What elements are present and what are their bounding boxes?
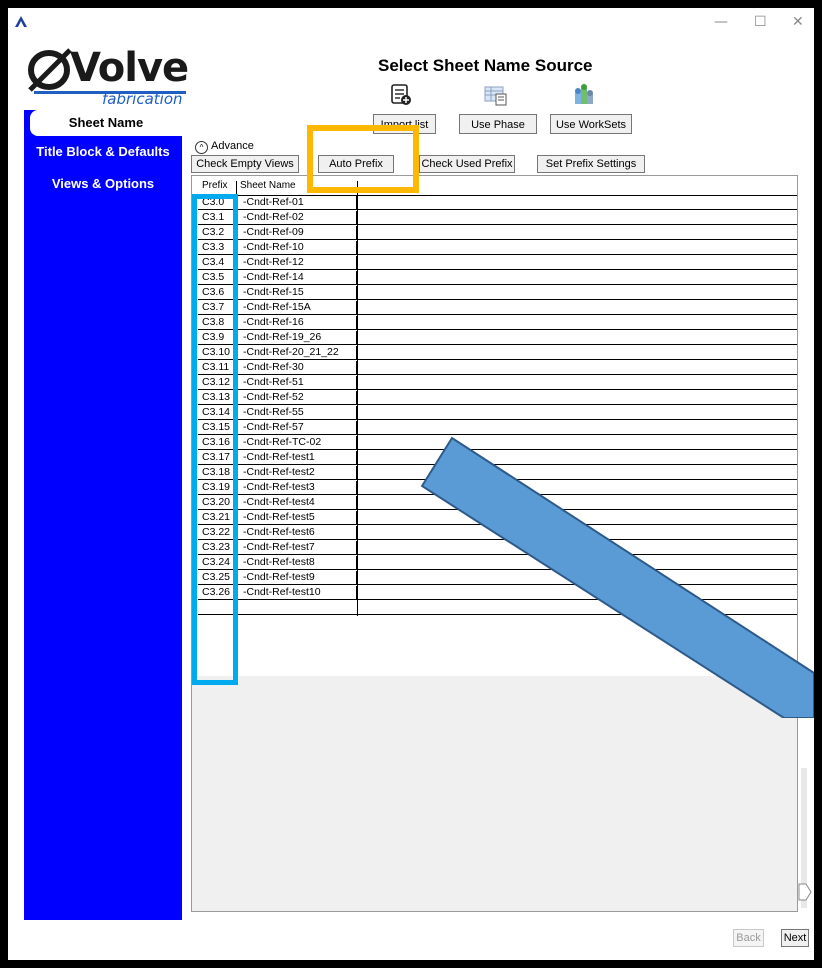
chevron-up-icon: ^: [195, 141, 208, 154]
sheet-name-cell[interactable]: -Cndt-Ref-test9: [237, 571, 357, 584]
table-row[interactable]: C3.9 -Cndt-Ref-19_26: [198, 331, 797, 345]
sheet-name-cell[interactable]: -Cndt-Ref-test2: [237, 466, 357, 479]
volve-logo: Volve fabrication: [26, 44, 189, 116]
advance-label: Advance: [211, 140, 254, 152]
sheet-name-cell[interactable]: -Cndt-Ref-57: [237, 421, 357, 434]
table-row[interactable]: C3.12 -Cndt-Ref-51: [198, 376, 797, 390]
sheet-name-cell[interactable]: -Cndt-Ref-test10: [237, 586, 357, 599]
phase-icon: [484, 86, 507, 106]
table-row[interactable]: C3.10 -Cndt-Ref-20_21_22: [198, 346, 797, 360]
sidebar-item-label: Sheet Name: [68, 115, 144, 130]
back-button[interactable]: Back: [733, 929, 764, 947]
sidebar-item-label: Title Block & Defaults: [36, 144, 170, 159]
minimize-icon[interactable]: —: [714, 14, 728, 30]
auto-prefix-highlight: [307, 125, 419, 193]
maximize-icon[interactable]: ☐: [754, 14, 767, 30]
sheet-name-cell[interactable]: -Cndt-Ref-15A: [237, 301, 357, 314]
table-row[interactable]: C3.11 -Cndt-Ref-30: [198, 361, 797, 375]
worksets-icon: [575, 84, 593, 104]
sheet-name-cell[interactable]: -Cndt-Ref-12: [237, 256, 357, 269]
sheet-name-cell[interactable]: -Cndt-Ref-15: [237, 286, 357, 299]
sheet-name-cell[interactable]: -Cndt-Ref-55: [237, 406, 357, 419]
sheet-name-cell[interactable]: -Cndt-Ref-16: [237, 316, 357, 329]
name-column-divider: [357, 181, 358, 616]
sheet-name-cell[interactable]: -Cndt-Ref-test5: [237, 511, 357, 524]
logo-wordmark: Volve: [70, 45, 189, 91]
sidebar: Sheet Name Title Block & Defaults Views …: [24, 110, 182, 920]
sidebar-item-sheet-name[interactable]: Sheet Name: [30, 110, 182, 136]
sheet-name-cell[interactable]: -Cndt-Ref-20_21_22: [237, 346, 357, 359]
sidebar-item-views-options[interactable]: Views & Options: [24, 176, 182, 191]
sheet-name-cell[interactable]: -Cndt-Ref-test8: [237, 556, 357, 569]
sheet-name-cell[interactable]: -Cndt-Ref-01: [237, 196, 357, 209]
sheet-name-cell[interactable]: -Cndt-Ref-14: [237, 271, 357, 284]
use-phase-button[interactable]: Use Phase: [459, 114, 537, 134]
set-prefix-settings-button[interactable]: Set Prefix Settings: [537, 155, 645, 173]
table-row[interactable]: C3.4 -Cndt-Ref-12: [198, 256, 797, 270]
table-row[interactable]: C3.0 -Cndt-Ref-01: [198, 196, 797, 210]
sheet-name-cell[interactable]: -Cndt-Ref-test6: [237, 526, 357, 539]
sheet-name-cell[interactable]: -Cndt-Ref-TC-02: [237, 436, 357, 449]
import-list-icon: [391, 84, 411, 105]
header-divider: [198, 181, 797, 196]
sheet-name-cell[interactable]: -Cndt-Ref-19_26: [237, 331, 357, 344]
slashed-o-icon: [28, 48, 72, 92]
title-bar: — ☐ ✕: [8, 8, 814, 38]
sheet-name-cell[interactable]: -Cndt-Ref-test7: [237, 541, 357, 554]
sheet-name-cell[interactable]: -Cndt-Ref-test1: [237, 451, 357, 464]
table-row[interactable]: C3.7 -Cndt-Ref-15A: [198, 301, 797, 315]
table-row[interactable]: C3.3 -Cndt-Ref-10: [198, 241, 797, 255]
sheet-name-cell[interactable]: -Cndt-Ref-10: [237, 241, 357, 254]
table-row[interactable]: C3.6 -Cndt-Ref-15: [198, 286, 797, 300]
prefix-column-highlight: [192, 194, 238, 685]
sheet-name-cell[interactable]: -Cndt-Ref-51: [237, 376, 357, 389]
check-used-prefix-button[interactable]: Check Used Prefix: [419, 155, 515, 173]
zoom-slider-handle[interactable]: [798, 883, 812, 901]
app-icon: [14, 15, 28, 28]
sheet-name-cell[interactable]: -Cndt-Ref-02: [237, 211, 357, 224]
sheet-name-cell[interactable]: -Cndt-Ref-test3: [237, 481, 357, 494]
advance-toggle[interactable]: ^ Advance: [195, 140, 254, 154]
use-worksets-button[interactable]: Use WorkSets: [550, 114, 632, 134]
page-title: Select Sheet Name Source: [378, 56, 593, 75]
app-window: — ☐ ✕ Volve fabrication Sheet Name Title…: [8, 8, 814, 960]
sidebar-item-title-block-defaults[interactable]: Title Block & Defaults: [24, 144, 182, 159]
sidebar-item-label: Views & Options: [51, 176, 155, 191]
sheet-name-cell[interactable]: -Cndt-Ref-09: [237, 226, 357, 239]
table-row[interactable]: C3.13 -Cndt-Ref-52: [198, 391, 797, 405]
sheet-name-cell[interactable]: -Cndt-Ref-52: [237, 391, 357, 404]
close-icon[interactable]: ✕: [792, 14, 804, 30]
sheet-name-cell[interactable]: -Cndt-Ref-30: [237, 361, 357, 374]
table-row[interactable]: C3.2 -Cndt-Ref-09: [198, 226, 797, 240]
logo-subtitle: fabrication: [102, 90, 183, 108]
table-row[interactable]: C3.1 -Cndt-Ref-02: [198, 211, 797, 225]
arrow-overlay: [420, 436, 814, 718]
table-row[interactable]: C3.5 -Cndt-Ref-14: [198, 271, 797, 285]
check-empty-views-button[interactable]: Check Empty Views: [191, 155, 299, 173]
table-row[interactable]: C3.8 -Cndt-Ref-16: [198, 316, 797, 330]
sheet-name-cell[interactable]: -Cndt-Ref-test4: [237, 496, 357, 509]
next-button[interactable]: Next: [781, 929, 809, 947]
